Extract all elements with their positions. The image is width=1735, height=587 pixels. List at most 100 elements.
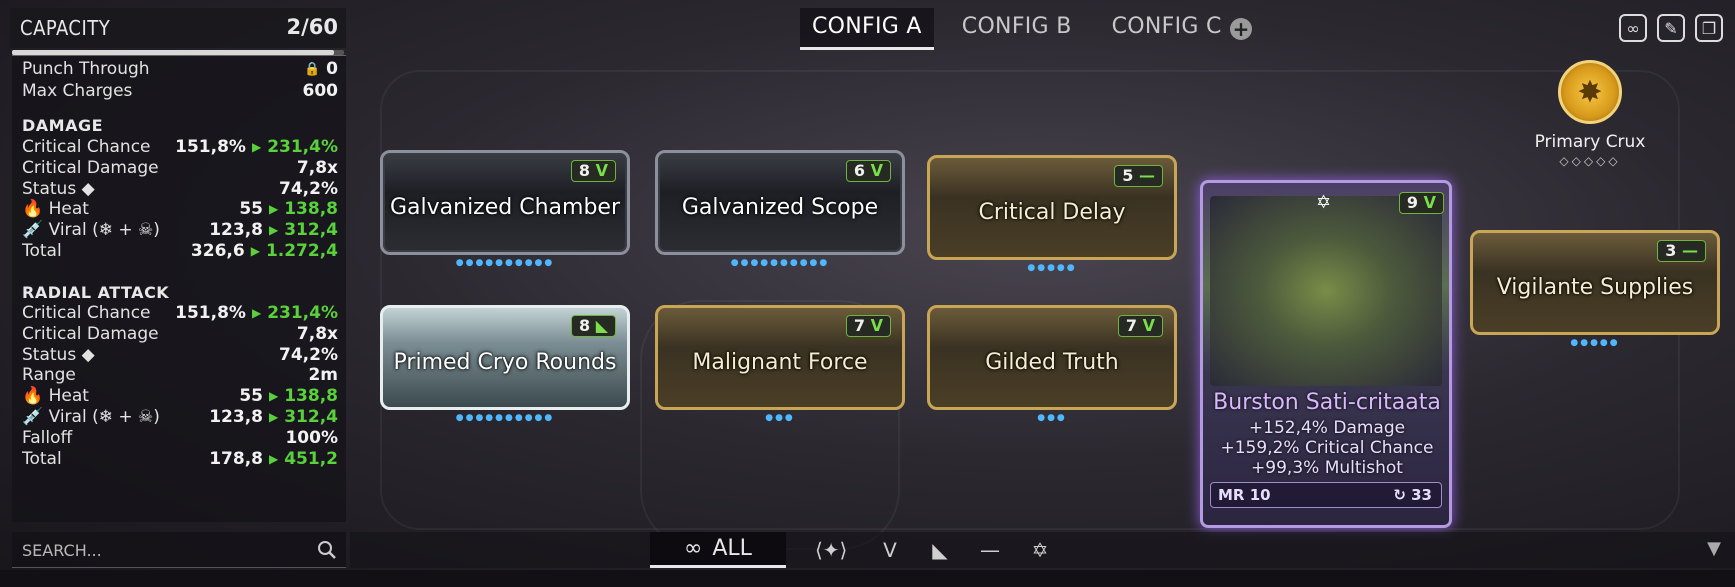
mod-card-galvanized-scope[interactable]: 6 ᐯ Galvanized Scope ●●●●●●●●●● [655, 140, 905, 270]
damage-heading: DAMAGE [22, 116, 104, 135]
stat-label: Range [22, 365, 76, 386]
stat-base-value: 123,8 [209, 407, 263, 427]
mod-rank-dots: ●●● [765, 413, 795, 423]
arrow-right-icon: ▶ [268, 223, 279, 238]
stat-label: Status ◆ [22, 178, 95, 199]
stat-modded-value: 312,4 [284, 407, 338, 427]
stat-modded-value: 231,4% [267, 137, 338, 157]
stat-row: Status ◆ 74,2% [22, 178, 338, 201]
riven-rolls: ↻ 33 [1393, 486, 1432, 504]
stat-row: 💉 Viral (❄ + ☠) 123,8 ▶ 312,4 [22, 406, 338, 429]
tab-config-a[interactable]: CONFIG A [800, 8, 934, 50]
stat-label: Status ◆ [22, 344, 95, 365]
search-icon[interactable] [316, 539, 338, 561]
stat-base-value: 2m [308, 365, 338, 386]
mod-name: Galvanized Chamber [389, 195, 620, 220]
mod-name: Gilded Truth [985, 350, 1119, 375]
stat-modded-value: 138,8 [284, 199, 338, 220]
search-input[interactable] [22, 538, 302, 562]
filter-all-label: ALL [712, 536, 752, 561]
stats-panel: CAPACITY 2/60 Punch Through 🔒 0 Max Charg… [10, 0, 346, 587]
stat-value: 151,8% ▶ 231,4% [175, 136, 338, 159]
stat-modded-value: 451,2 [284, 448, 338, 469]
stat-value: 7,8x [297, 323, 338, 346]
stat-base-value: 55 [239, 199, 263, 220]
stat-label: 🔥 Heat [22, 386, 89, 407]
stat-row: Falloff 100% [22, 427, 338, 450]
copy-icon[interactable]: ❐ [1695, 14, 1723, 42]
stat-row: Critical Chance 151,8% ▶ 231,4% [22, 136, 338, 159]
filter-naramon-icon[interactable]: — [975, 538, 1005, 564]
stat-label: 💉 Viral (❄ + ☠) [22, 220, 160, 241]
stat-value: 55 ▶ 138,8 [239, 198, 338, 221]
infinity-icon: ∞ [684, 536, 703, 561]
stat-value: 178,8 ▶ 451,2 [209, 448, 338, 471]
filter-vazarin-icon[interactable]: ◣ [925, 538, 955, 564]
stats-list: Punch Through 🔒 0 Max Charges 600 DAMAGE … [12, 55, 346, 522]
mod-card-vigilante-supplies[interactable]: 3 — Vigilante Supplies ●●●●● [1470, 220, 1720, 350]
mod-rank-badge: 3 — [1657, 240, 1706, 262]
mod-card-galvanized-chamber[interactable]: 8 ᐯ Galvanized Chamber ●●●●●●●●●● [380, 140, 630, 270]
mod-card-riven[interactable]: ✡ 9 ᐯ Burston Sati-critaata +152,4% Dama… [1192, 168, 1462, 548]
stat-base-value: 151,8% [175, 137, 246, 157]
mod-rank-badge: 8 ◣ [570, 315, 616, 337]
filter-zenurik-icon[interactable]: ✡ [1025, 538, 1055, 564]
stat-value: 600 [302, 81, 339, 101]
stat-row: Critical Damage 7,8x [22, 157, 338, 180]
stat-base-value: 55 [239, 386, 263, 407]
stat-row: Critical Damage 7,8x [22, 323, 338, 346]
stat-base-value: 74,2% [279, 178, 338, 199]
filter-madurai-icon[interactable]: ᐯ [875, 538, 905, 564]
stat-row: Total 178,8 ▶ 451,2 [22, 448, 338, 471]
stat-label: Critical Damage [22, 323, 159, 344]
stat-value: 7,8x [297, 157, 338, 180]
mod-name: Primed Cryo Rounds [393, 350, 617, 375]
riven-art [1210, 196, 1442, 386]
stat-label: Max Charges [22, 81, 133, 101]
stat-modded-value: 138,8 [284, 386, 338, 407]
filter-all-button[interactable]: ∞ ALL [650, 532, 786, 568]
mod-rank-dots: ●●●●●●●●●● [455, 413, 555, 423]
mod-name: Critical Delay [978, 200, 1126, 225]
stat-label: Total [22, 241, 62, 261]
riven-stat: +159,2% Critical Chance [1220, 438, 1434, 458]
filter-aura-icon[interactable]: ⟨✦⟩ [815, 538, 847, 564]
mod-rank-dots: ●●● [1037, 413, 1067, 423]
stat-row: 🔥 Heat 55 ▶ 138,8 [22, 198, 338, 221]
stat-base-value: 178,8 [209, 448, 263, 469]
stat-row: 💉 Viral (❄ + ☠) 123,8 ▶ 312,4 [22, 219, 338, 242]
stat-base-value: 151,8% [175, 303, 246, 323]
chevron-down-icon[interactable]: ▼ [1707, 538, 1721, 559]
bottom-edge [0, 570, 1735, 587]
stat-modded-value: 312,4 [284, 220, 338, 241]
riven-mastery-rank: MR 10 [1218, 486, 1271, 504]
link-icon[interactable]: ∞ [1619, 14, 1647, 42]
tab-config-c[interactable]: CONFIG C [1100, 8, 1234, 50]
stat-base-value: 74,2% [279, 344, 338, 365]
stat-value: 0 [326, 59, 338, 79]
stat-modded-value: 231,4% [267, 303, 338, 323]
mod-card-critical-delay[interactable]: 5 — Critical Delay ●●●●● [927, 145, 1177, 275]
stat-value: 2m [308, 364, 338, 387]
mod-card-primed-cryo-rounds[interactable]: 8 ◣ Primed Cryo Rounds ●●●●●●●●●● [380, 295, 630, 425]
mod-card-gilded-truth[interactable]: 7 ᐯ Gilded Truth ●●● [927, 295, 1177, 425]
lock-icon: 🔒 [303, 62, 321, 77]
crux-diamonds: ◇◇◇◇◇ [1559, 154, 1621, 168]
stat-label: Critical Chance [22, 137, 151, 157]
stat-row: Range 2m [22, 364, 338, 387]
mod-rank-badge: 9 ᐯ [1398, 192, 1444, 214]
stat-value: 74,2% [279, 344, 338, 367]
stat-label: Critical Chance [22, 303, 151, 323]
edit-icon[interactable]: ✎ [1657, 14, 1685, 42]
arrow-right-icon: ▶ [250, 244, 260, 258]
primary-crux[interactable]: ✸ Primary Crux ◇◇◇◇◇ [1530, 60, 1650, 168]
capacity-value: 2/60 [286, 15, 338, 39]
mod-rank-dots: ●●●●●●●●●● [730, 258, 830, 268]
mod-card-malignant-force[interactable]: 7 ᐯ Malignant Force ●●● [655, 295, 905, 425]
add-config-button[interactable]: + [1230, 18, 1252, 40]
tab-config-b[interactable]: CONFIG B [950, 8, 1084, 50]
capacity-label: CAPACITY [20, 16, 111, 40]
stat-value: 55 ▶ 138,8 [239, 385, 338, 408]
arrow-right-icon: ▶ [268, 451, 279, 466]
mod-name: Vigilante Supplies [1496, 275, 1694, 300]
